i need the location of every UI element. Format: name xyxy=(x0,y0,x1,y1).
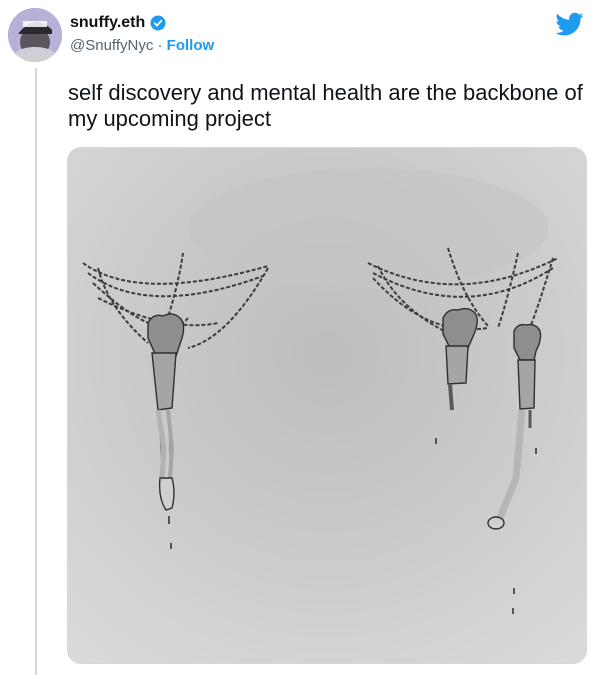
thread-line xyxy=(35,68,37,675)
tweet-author: snuffy.eth @SnuffyNyc · Follow xyxy=(70,14,214,55)
follow-button[interactable]: Follow xyxy=(167,37,215,54)
verified-badge-icon xyxy=(150,15,166,31)
tweet-media-image[interactable] xyxy=(67,147,587,664)
separator: · xyxy=(157,37,163,54)
handle[interactable]: @SnuffyNyc xyxy=(70,37,153,54)
display-name[interactable]: snuffy.eth xyxy=(70,14,145,32)
twitter-bird-icon[interactable] xyxy=(556,10,584,38)
avatar[interactable] xyxy=(8,8,62,62)
chained-arms-illustration xyxy=(68,148,586,663)
tweet-text: self discovery and mental health are the… xyxy=(68,80,583,131)
